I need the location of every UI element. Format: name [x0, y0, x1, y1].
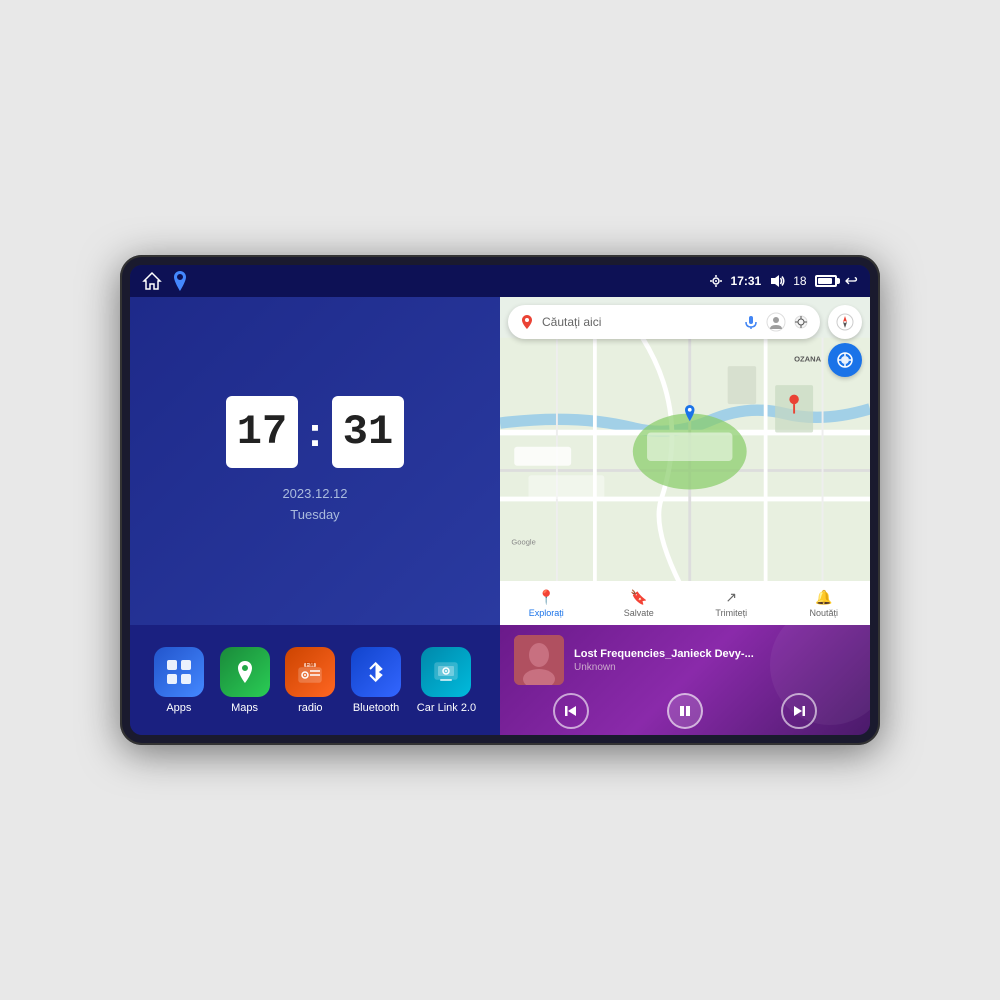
maps-status-icon[interactable]: [172, 271, 188, 291]
apps-label: Apps: [166, 702, 191, 714]
map-search-text: Căutați aici: [542, 315, 732, 329]
news-icon: 🔔: [815, 589, 832, 606]
carlink-icon: [421, 647, 471, 697]
main-content: 17 : 31 2023.12.12 Tuesday: [130, 297, 870, 735]
clock-separator: :: [308, 408, 322, 456]
app-item-radio[interactable]: FM radio: [285, 647, 335, 714]
device-screen: 17:31 18 ↩: [130, 265, 870, 735]
status-time: 17:31: [731, 274, 762, 288]
mic-icon[interactable]: [744, 315, 758, 329]
map-side-buttons: [828, 305, 862, 377]
app-item-carlink[interactable]: Car Link 2.0: [417, 647, 476, 714]
play-pause-button[interactable]: [667, 693, 703, 729]
music-artist: Unknown: [574, 662, 856, 673]
signal-number: 18: [793, 274, 806, 288]
right-panel: OZANA Google Căutați aici: [500, 297, 870, 735]
bluetooth-icon: [351, 647, 401, 697]
explore-icon: 📍: [538, 589, 555, 606]
bluetooth-label: Bluetooth: [353, 702, 399, 714]
svg-text:FM: FM: [306, 662, 315, 668]
status-left: [142, 271, 188, 291]
back-button[interactable]: ↩: [845, 271, 858, 291]
send-label: Trimiteți: [715, 608, 747, 618]
svg-text:Google: Google: [511, 537, 535, 546]
music-thumbnail: [514, 635, 564, 685]
map-search-bar[interactable]: Căutați aici: [508, 305, 820, 339]
send-icon: ↗: [725, 589, 737, 606]
google-maps-pin-icon: [520, 315, 534, 329]
carlink-label: Car Link 2.0: [417, 702, 476, 714]
app-grid: Apps Maps: [130, 625, 500, 735]
prev-button[interactable]: [553, 693, 589, 729]
music-info: Lost Frequencies_Janieck Devy-... Unknow…: [514, 635, 856, 685]
account-icon[interactable]: [766, 312, 786, 332]
clock-date: 2023.12.12 Tuesday: [282, 484, 347, 526]
left-panel: 17 : 31 2023.12.12 Tuesday: [130, 297, 500, 735]
clock-hours: 17: [226, 396, 298, 468]
home-icon[interactable]: [142, 271, 162, 291]
car-display-device: 17:31 18 ↩: [120, 255, 880, 745]
map-nav-news[interactable]: 🔔 Noutăți: [778, 589, 871, 618]
music-controls: [514, 693, 856, 729]
apps-icon: [154, 647, 204, 697]
next-button[interactable]: [781, 693, 817, 729]
compass-button[interactable]: [828, 305, 862, 339]
status-right: 17:31 18 ↩: [709, 271, 858, 291]
battery-icon: [815, 275, 837, 287]
svg-text:OZANA: OZANA: [794, 354, 821, 363]
map-nav-explore[interactable]: 📍 Explorați: [500, 589, 593, 618]
maps-label: Maps: [231, 702, 258, 714]
map-nav-saved[interactable]: 🔖 Salvate: [593, 589, 686, 618]
music-widget: Lost Frequencies_Janieck Devy-... Unknow…: [500, 625, 870, 735]
news-label: Noutăți: [809, 608, 838, 618]
app-item-maps[interactable]: Maps: [220, 647, 270, 714]
clock-widget: 17 : 31 2023.12.12 Tuesday: [130, 297, 500, 625]
gps-icon: [709, 274, 723, 288]
layers-icon[interactable]: [794, 315, 808, 329]
location-button[interactable]: [828, 343, 862, 377]
volume-icon[interactable]: [769, 274, 785, 288]
map-svg: OZANA Google: [500, 297, 870, 625]
map-nav-send[interactable]: ↗ Trimiteți: [685, 589, 778, 618]
saved-label: Salvate: [624, 608, 654, 618]
maps-icon: [220, 647, 270, 697]
clock-display: 17 : 31: [226, 396, 404, 468]
radio-icon: FM: [285, 647, 335, 697]
map-widget[interactable]: OZANA Google Căutați aici: [500, 297, 870, 625]
app-item-apps[interactable]: Apps: [154, 647, 204, 714]
clock-minutes: 31: [332, 396, 404, 468]
explore-label: Explorați: [529, 608, 564, 618]
app-item-bluetooth[interactable]: Bluetooth: [351, 647, 401, 714]
music-text: Lost Frequencies_Janieck Devy-... Unknow…: [574, 648, 856, 673]
music-title: Lost Frequencies_Janieck Devy-...: [574, 648, 856, 660]
radio-label: radio: [298, 702, 322, 714]
status-bar: 17:31 18 ↩: [130, 265, 870, 297]
saved-icon: 🔖: [630, 589, 647, 606]
map-bottom-nav: 📍 Explorați 🔖 Salvate ↗ Trimiteți 🔔: [500, 581, 870, 625]
